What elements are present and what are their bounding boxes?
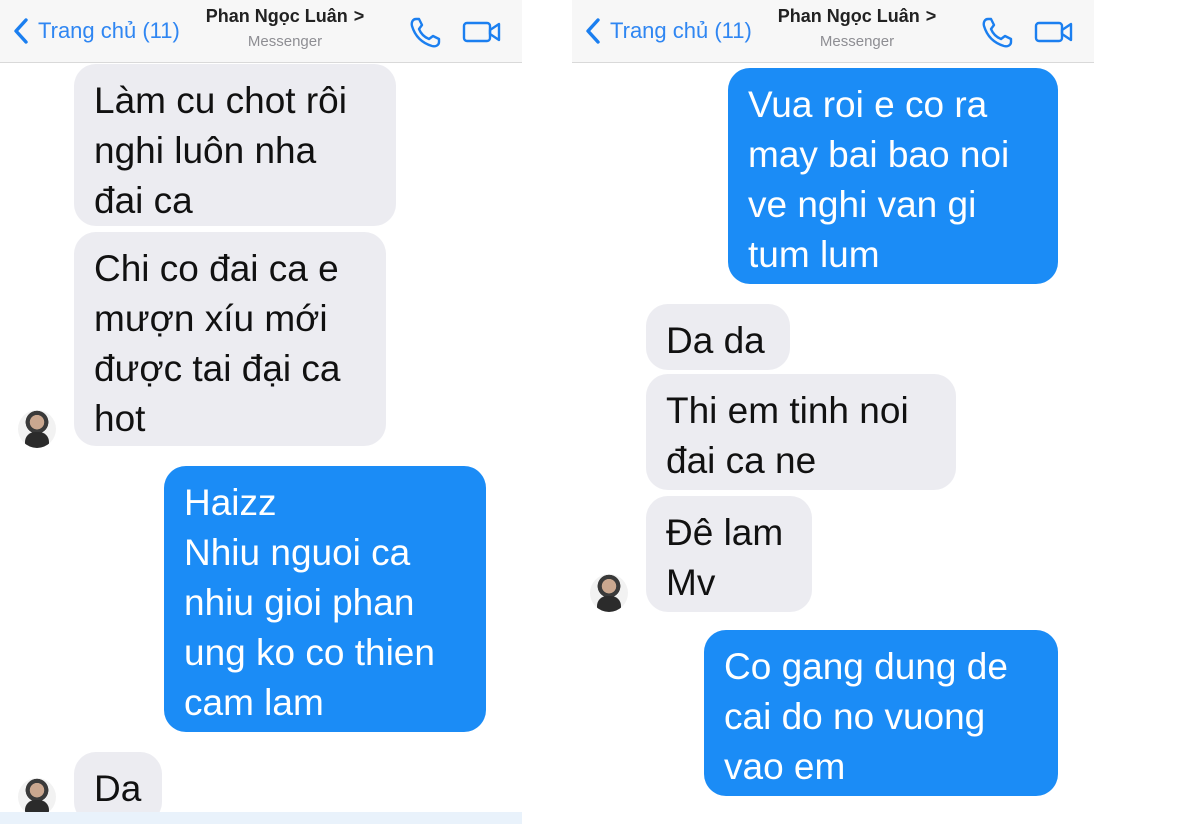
chevron-right-icon: > [353, 6, 365, 26]
contact-name: Phan Ngọc Luân [205, 6, 348, 26]
message-bubble-incoming: Chi co đai ca e mượn xíu mới được tai đạ… [74, 232, 386, 446]
app-subtitle: Messenger [819, 33, 895, 50]
message-bubble-outgoing: Haizz Nhiu nguoi ca nhiu gioi phan ung k… [164, 466, 486, 732]
margin [1094, 0, 1200, 824]
chevron-left-icon [586, 18, 600, 44]
video-camera-icon[interactable] [462, 18, 502, 46]
divider [522, 0, 572, 824]
app-subtitle: Messenger [247, 33, 323, 50]
message-bubble-outgoing: Vua roi e co ra may bai bao noi ve nghi … [728, 68, 1058, 284]
contact-title[interactable]: Phan Ngọc Luân > Messenger [200, 6, 370, 50]
contact-name: Phan Ngọc Luân [777, 6, 920, 26]
avatar [18, 410, 56, 448]
back-button[interactable]: Trang chủ (11) [12, 16, 180, 46]
left-chat-screenshot: Trang chủ (11) Phan Ngọc Luân > Messenger… [0, 0, 522, 824]
message-bubble-incoming: Làm cu chot rôi nghi luôn nha đai ca [74, 64, 396, 226]
message-bubble-incoming: Da da [646, 304, 790, 370]
avatar [18, 778, 56, 816]
right-chat-screenshot: Trang chủ (11) Phan Ngọc Luân > Messenger… [572, 0, 1094, 824]
chevron-right-icon: > [925, 6, 937, 26]
back-label: Trang chủ (11) [610, 18, 752, 43]
avatar [590, 574, 628, 612]
composer-bar [0, 812, 522, 824]
chat-header: Trang chủ (11) Phan Ngọc Luân > Messenger [572, 0, 1094, 63]
back-button[interactable]: Trang chủ (11) [584, 16, 752, 46]
message-bubble-incoming: Thi em tinh noi đai ca ne [646, 374, 956, 490]
video-camera-icon[interactable] [1034, 18, 1074, 46]
chat-header: Trang chủ (11) Phan Ngọc Luân > Messenger [0, 0, 522, 63]
phone-icon[interactable] [408, 16, 442, 48]
back-label: Trang chủ (11) [38, 18, 180, 43]
message-bubble-incoming: Đê lam Mv [646, 496, 812, 612]
message-bubble-outgoing: Co gang dung de cai do no vuong vao em [704, 630, 1058, 796]
phone-icon[interactable] [980, 16, 1014, 48]
contact-title[interactable]: Phan Ngọc Luân > Messenger [772, 6, 942, 50]
chevron-left-icon [14, 18, 28, 44]
